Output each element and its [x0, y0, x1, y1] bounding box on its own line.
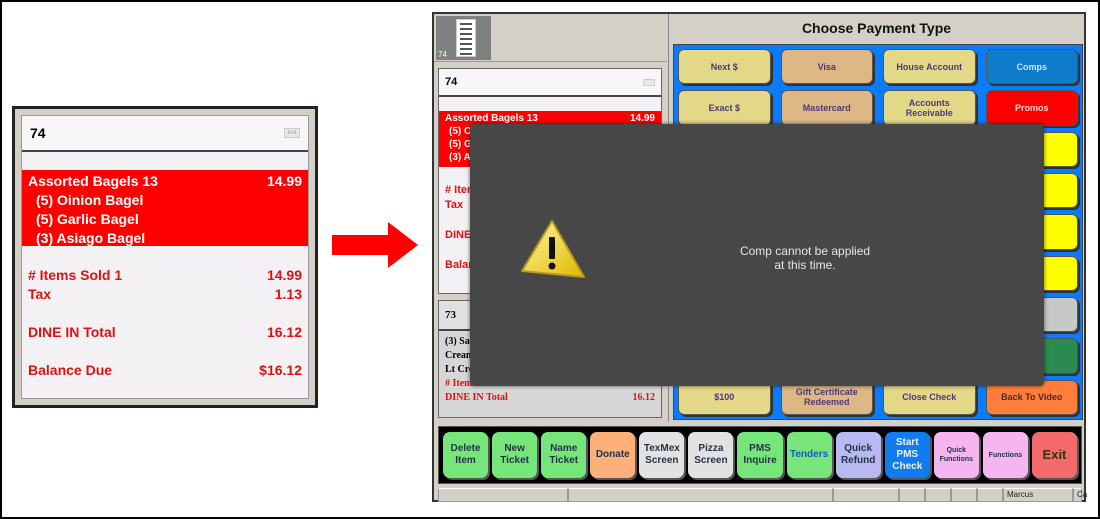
total-label: DINE IN Total — [445, 392, 508, 403]
ticket-exit-button[interactable]: Exit — [284, 128, 300, 138]
mastercard-button[interactable]: Mastercard — [780, 90, 873, 126]
modifier-text: (5) G — [449, 139, 472, 150]
total-row: DINE IN Total 16.12 — [28, 323, 302, 342]
total-label: DINE IN Total — [28, 324, 116, 340]
function-bar: Delete Item New Ticket Name Ticket Donat… — [438, 426, 1082, 484]
payment-title: Choose Payment Type — [801, 20, 952, 36]
modifier-row: (5) Garlic Bagel — [28, 210, 302, 229]
promos-button[interactable]: Promos — [985, 90, 1078, 126]
thumbnail-number: 74 — [438, 50, 447, 59]
new-ticket-button[interactable]: New Ticket — [492, 432, 538, 478]
name-ticket-button[interactable]: Name Ticket — [541, 432, 587, 478]
tax-label: Tax — [28, 286, 52, 302]
modifier-row: (5) Oinion Bagel — [28, 191, 302, 210]
ticket-header: 74 Exit — [22, 116, 308, 152]
modifier-text: (3) A — [449, 152, 471, 163]
zoomed-ticket: 74 Exit Assorted Bagels 13 14.99 (5) Oin… — [21, 115, 309, 399]
balance-due-label: Balance Due — [28, 362, 113, 378]
comps-button[interactable]: Comps — [985, 49, 1078, 85]
error-dialog[interactable]: Comp cannot be applied at this time. — [470, 124, 1044, 386]
items-sold-label: # Items Sold 1 — [28, 267, 123, 283]
status-cell — [568, 488, 833, 502]
pizza-screen-button[interactable]: Pizza Screen — [688, 432, 734, 478]
exact-dollar-button[interactable]: Exact $ — [678, 90, 771, 126]
dialog-message-line2: at this time. — [774, 258, 836, 272]
tax-row: Tax 1.13 — [28, 285, 302, 304]
total-row: DINE IN Total 16.12 — [445, 391, 655, 405]
line-item-name: Assorted Bagels 13 — [28, 173, 158, 189]
items-sold-value: 14.99 — [266, 267, 302, 283]
tax-label: Tax — [445, 199, 464, 211]
line-item-row: Assorted Bagels 13 14.99 — [28, 172, 302, 191]
balance-due-row: Balance Due $16.12 — [28, 361, 302, 380]
status-cell — [925, 488, 951, 502]
ticket-number: 74 — [445, 76, 458, 88]
exit-button[interactable]: Exit — [1031, 432, 1078, 478]
ticket-thumbnail-strip: 74 — [434, 14, 667, 62]
dialog-message-line1: Comp cannot be applied — [739, 244, 871, 258]
total-value: 16.12 — [266, 324, 302, 340]
total-value: 16.12 — [632, 392, 656, 403]
modifier-text: (3) Asiago Bagel — [36, 230, 146, 246]
quick-refund-button[interactable]: Quick Refund — [835, 432, 881, 478]
pms-inquire-button[interactable]: PMS Inquire — [737, 432, 783, 478]
receipt-icon — [456, 19, 476, 57]
zoomed-ticket-callout: 74 Exit Assorted Bagels 13 14.99 (5) Oin… — [12, 106, 318, 408]
status-trailing: Ca — [1073, 488, 1087, 502]
dialog-message: Comp cannot be applied at this time. — [680, 244, 930, 272]
modifier-row: (3) Asiago Bagel — [28, 229, 302, 248]
house-account-button[interactable]: House Account — [883, 49, 976, 85]
next-dollar-button[interactable]: Next $ — [678, 49, 771, 85]
accounts-receivable-button[interactable]: Accounts Receivable — [883, 90, 976, 126]
ticket-totals: # Items Sold 1 14.99 Tax 1.13 DINE IN To… — [22, 266, 308, 380]
warning-icon — [521, 220, 585, 278]
status-cell — [977, 488, 1003, 502]
ticket-number: 74 — [30, 125, 46, 141]
tax-value: 1.13 — [274, 286, 302, 302]
functions-button[interactable]: Functions — [982, 432, 1028, 478]
line-item-price: 14.99 — [266, 173, 302, 189]
modifier-text: (5) O — [449, 126, 472, 137]
ticket-header: 74 — [439, 69, 661, 97]
tenders-button[interactable]: Tenders — [786, 432, 832, 478]
donate-button[interactable]: Donate — [590, 432, 636, 478]
status-user: Marcus — [1003, 488, 1073, 502]
balance-due-value: $16.12 — [259, 362, 302, 378]
ticket-exit-button[interactable] — [643, 78, 655, 86]
quick-functions-button[interactable]: Quick Functions — [933, 432, 979, 478]
right-arrow-icon — [332, 222, 418, 268]
texmex-screen-button[interactable]: TexMex Screen — [639, 432, 685, 478]
status-cell — [438, 488, 568, 502]
status-cell — [833, 488, 899, 502]
status-cell — [899, 488, 925, 502]
items-sold-row: # Items Sold 1 14.99 — [28, 266, 302, 285]
status-bar: Marcus Ca — [438, 488, 1087, 502]
selected-line-item[interactable]: Assorted Bagels 13 14.99 (5) Oinion Bage… — [22, 170, 308, 246]
visa-button[interactable]: Visa — [780, 49, 873, 85]
delete-item-button[interactable]: Delete Item — [443, 432, 489, 478]
start-pms-check-button[interactable]: Start PMS Check — [884, 432, 930, 478]
status-cell — [951, 488, 977, 502]
ticket-thumbnail[interactable]: 74 — [436, 16, 491, 60]
modifier-text: (5) Oinion Bagel — [36, 192, 144, 208]
total-label: DINE — [445, 229, 472, 241]
modifier-text: (5) Garlic Bagel — [36, 211, 139, 227]
